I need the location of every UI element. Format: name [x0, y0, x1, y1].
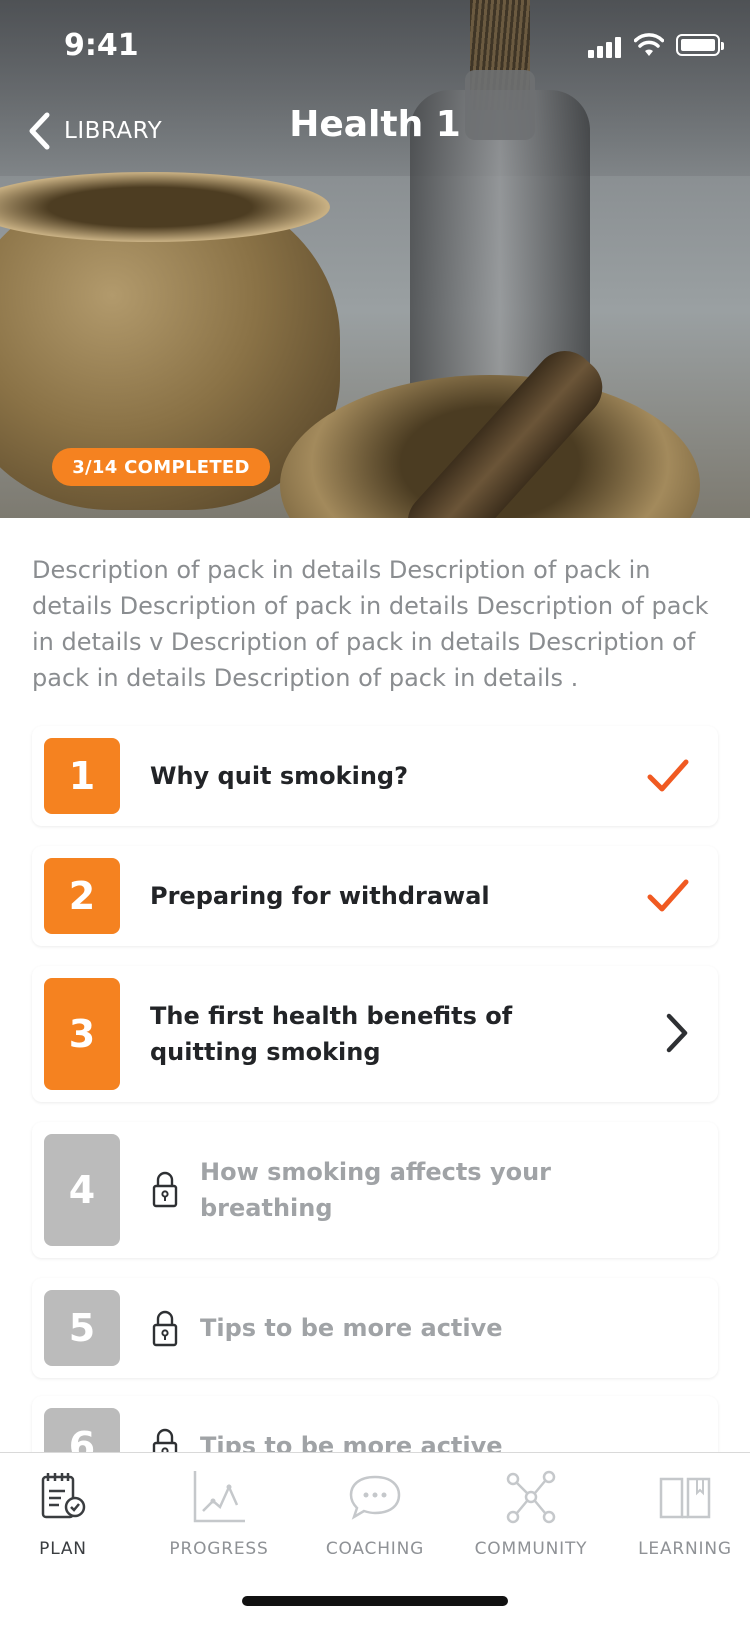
tab-learning[interactable]: LEARNING — [610, 1467, 750, 1559]
lesson-number: 1 — [44, 738, 120, 814]
tab-community[interactable]: COMMUNITY — [456, 1467, 606, 1559]
tab-coaching[interactable]: COACHING — [300, 1467, 450, 1559]
learning-icon — [659, 1477, 711, 1519]
tab-label: COMMUNITY — [474, 1539, 588, 1559]
community-icon — [506, 1470, 556, 1524]
lesson-item[interactable]: 2 Preparing for withdrawal — [32, 846, 718, 946]
page-title: Health 1 — [289, 104, 461, 145]
lesson-title: Tips to be more active — [200, 1314, 503, 1342]
lesson-item[interactable]: 5 Tips to be more active — [32, 1278, 718, 1378]
lesson-item[interactable]: 4 How smoking affects your breathing — [32, 1122, 718, 1258]
tab-label: PLAN — [39, 1539, 87, 1559]
tab-plan[interactable]: PLAN — [0, 1467, 138, 1559]
lesson-title: Why quit smoking? — [150, 762, 409, 790]
checkmark-icon — [647, 759, 689, 792]
lesson-item[interactable]: 3 The first health benefits of quitting … — [32, 966, 718, 1102]
battery-icon — [676, 34, 724, 56]
pack-description: Description of pack in details Descripti… — [32, 556, 709, 692]
tab-progress[interactable]: PROGRESS — [144, 1467, 294, 1559]
status-bar: 9:41 — [0, 0, 750, 88]
lesson-number: 3 — [44, 978, 120, 1090]
wifi-icon — [634, 33, 664, 56]
coaching-icon — [349, 1475, 401, 1520]
lock-icon — [152, 1171, 178, 1208]
plan-icon — [41, 1473, 86, 1519]
tab-label: LEARNING — [638, 1539, 732, 1559]
home-indicator — [242, 1596, 508, 1606]
tab-label: COACHING — [325, 1539, 425, 1559]
progress-badge: 3/14 COMPLETED — [52, 448, 270, 486]
lesson-title: Preparing for withdrawal — [150, 882, 490, 910]
lesson-number: 5 — [44, 1290, 120, 1366]
cellular-signal-icon — [588, 36, 624, 58]
navigation-bar: LIBRARY Health 1 — [0, 96, 750, 166]
tab-label: PROGRESS — [169, 1539, 269, 1559]
lesson-title: How smoking affects your breathing — [200, 1158, 551, 1222]
progress-icon — [193, 1471, 245, 1523]
lesson-number: 4 — [44, 1134, 120, 1246]
lesson-number: 2 — [44, 858, 120, 934]
lesson-title: The first health benefits of quitting sm… — [150, 1002, 513, 1066]
checkmark-icon — [647, 879, 689, 912]
status-time: 9:41 — [64, 28, 139, 63]
chevron-right-icon — [666, 1013, 688, 1053]
lock-icon — [152, 1310, 178, 1347]
lesson-item[interactable]: 1 Why quit smoking? — [32, 726, 718, 826]
